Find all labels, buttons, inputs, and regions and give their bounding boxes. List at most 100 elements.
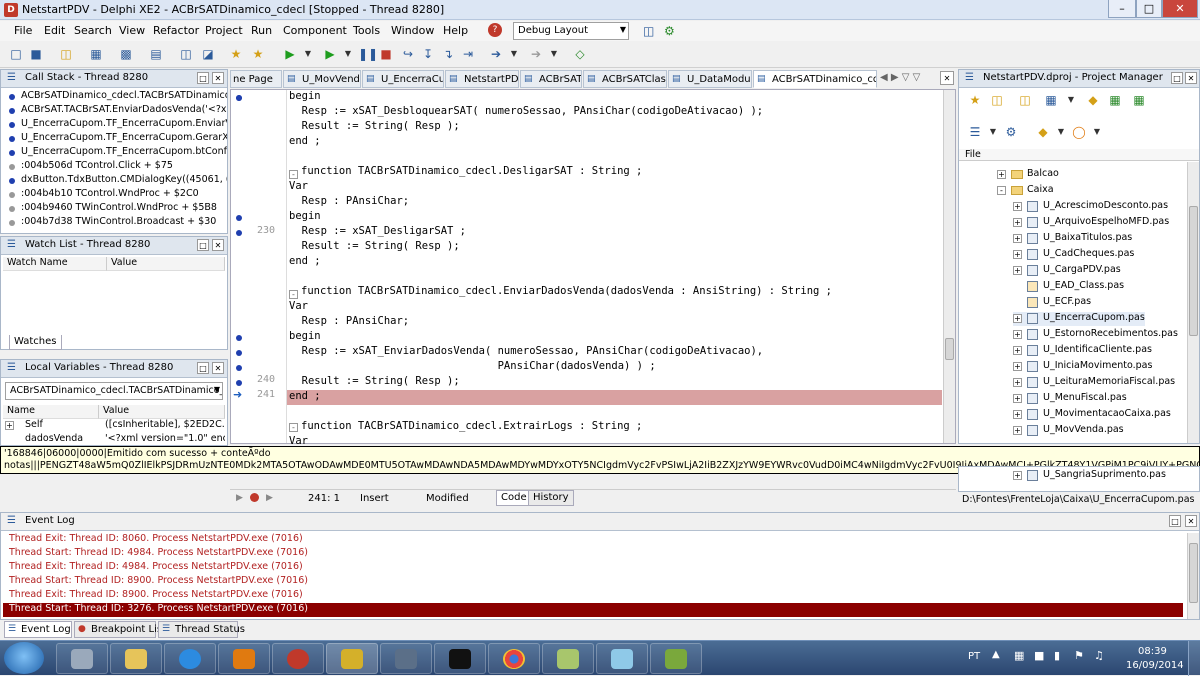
- tree-file[interactable]: + U_IdentificaCliente.pas: [1013, 344, 1152, 358]
- breakpoint-dot[interactable]: [236, 365, 242, 371]
- menu-search[interactable]: Search: [74, 24, 112, 37]
- watch-name-column[interactable]: Watch Name: [3, 257, 107, 271]
- tray-flag-icon[interactable]: ⚑: [1074, 649, 1084, 662]
- call-stack-item[interactable]: U_EncerraCupom.TF_EncerraCupom.btConfirm…: [3, 146, 227, 160]
- breakpoint-dot[interactable]: [236, 350, 242, 356]
- pin-icon[interactable]: □: [197, 362, 209, 374]
- fold-icon[interactable]: -: [289, 170, 298, 179]
- new-icon[interactable]: □: [8, 46, 24, 62]
- clock-time[interactable]: 08:39: [1138, 646, 1167, 657]
- tray-app-icon[interactable]: ■: [1034, 649, 1044, 662]
- fold-icon[interactable]: -: [289, 423, 298, 432]
- tab-welcome-page[interactable]: ne Page: [230, 70, 282, 88]
- pm-sync-icon[interactable]: ◆: [1085, 92, 1101, 108]
- tray-volume-icon[interactable]: ♫: [1094, 649, 1104, 662]
- trace-into-icon[interactable]: ↧: [420, 46, 436, 62]
- run-without-debug-icon[interactable]: ▶: [322, 46, 338, 62]
- tab-watches[interactable]: Watches: [9, 335, 62, 350]
- event-log-line[interactable]: Thread Start: Thread ID: 8900. Process N…: [3, 575, 1183, 589]
- close-button[interactable]: ✕: [1162, 0, 1198, 18]
- save-icon[interactable]: ▦: [88, 46, 104, 62]
- call-stack-item[interactable]: U_EncerraCupom.TF_EncerraCupom.GerarXMLS: [3, 132, 227, 146]
- run-icon[interactable]: ▶: [282, 46, 298, 62]
- add-file-icon[interactable]: ◫: [178, 46, 194, 62]
- tab-code[interactable]: Code: [496, 490, 532, 506]
- tree-file[interactable]: + U_AcrescimoDesconto.pas: [1013, 200, 1168, 214]
- menu-edit[interactable]: Edit: [44, 24, 65, 37]
- tray-chevron-icon[interactable]: ▲: [992, 649, 1000, 660]
- taskbar-item[interactable]: [434, 643, 486, 674]
- help-icon[interactable]: ?: [488, 23, 502, 37]
- pm-collapse-icon[interactable]: ▦: [1131, 92, 1147, 108]
- tree-file[interactable]: + U_MenuFiscal.pas: [1013, 392, 1127, 406]
- taskbar-item[interactable]: [650, 643, 702, 674]
- forward-icon[interactable]: ➔: [528, 46, 544, 62]
- fold-icon[interactable]: -: [289, 290, 298, 299]
- menu-file[interactable]: File: [14, 24, 32, 37]
- pm-dropdown-icon[interactable]: ▼: [1063, 92, 1079, 108]
- tree-file[interactable]: + U_EstornoRecebimentos.pas: [1013, 328, 1178, 342]
- taskbar-item[interactable]: [164, 643, 216, 674]
- run-dropdown-icon[interactable]: ▼: [300, 46, 316, 62]
- pm-open-icon[interactable]: ◫: [989, 92, 1005, 108]
- event-log-scrollbar[interactable]: [1187, 533, 1199, 619]
- back-icon[interactable]: ➔: [488, 46, 504, 62]
- save-layout-icon[interactable]: ◫: [643, 24, 654, 38]
- layout-combo[interactable]: Debug Layout ▼: [513, 22, 629, 40]
- taskbar-item[interactable]: [326, 643, 378, 674]
- tree-file[interactable]: U_EAD_Class.pas: [1013, 280, 1124, 294]
- layout-icon[interactable]: ⚙: [664, 24, 675, 38]
- locals-value-column[interactable]: Value: [99, 405, 225, 419]
- local-var-name[interactable]: dadosVenda: [25, 433, 83, 444]
- tray-battery-icon[interactable]: ▮: [1054, 649, 1060, 662]
- menu-refactor[interactable]: Refactor: [153, 24, 199, 37]
- close-panel-icon[interactable]: ✕: [1185, 515, 1197, 527]
- macro-play-icon[interactable]: ▶: [236, 493, 243, 503]
- editor-gutter[interactable]: 230 240 241 ➜: [231, 90, 287, 443]
- breakpoint-dot[interactable]: [236, 230, 242, 236]
- tray-network-icon[interactable]: ▦: [1014, 649, 1024, 662]
- tree-file[interactable]: + U_IniciaMovimento.pas: [1013, 360, 1152, 374]
- tree-file[interactable]: + U_MovimentacaoCaixa.pas: [1013, 408, 1171, 422]
- call-stack-item[interactable]: U_EncerraCupom.TF_EncerraCupom.EnviarVen…: [3, 118, 227, 132]
- menu-run[interactable]: Run: [251, 24, 272, 37]
- event-log-line-selected[interactable]: Thread Start: Thread ID: 3276. Process N…: [3, 603, 1183, 617]
- tree-folder-balcao[interactable]: + Balcao: [997, 168, 1059, 182]
- tab-history[interactable]: History: [528, 490, 574, 506]
- tree-file[interactable]: + U_MovVenda.pas: [1013, 424, 1124, 438]
- pm-sort-icon[interactable]: ☰: [967, 124, 983, 140]
- pm-expand-icon[interactable]: ▦: [1107, 92, 1123, 108]
- pin-icon[interactable]: □: [197, 239, 209, 251]
- open-icon[interactable]: ■: [28, 46, 44, 62]
- run-to-cursor-icon[interactable]: ⇥: [460, 46, 476, 62]
- pin-icon[interactable]: □: [197, 72, 209, 84]
- step-over-icon[interactable]: ↪: [400, 46, 416, 62]
- trace-next-icon[interactable]: ↴: [440, 46, 456, 62]
- macro-record-icon[interactable]: [250, 493, 259, 502]
- maximize-button[interactable]: □: [1136, 0, 1162, 18]
- tab-u-movvenda[interactable]: ▤ U_MovVenda: [283, 70, 361, 88]
- run-dropdown2-icon[interactable]: ▼: [340, 46, 356, 62]
- call-stack-item[interactable]: :004b7d38 TWinControl.Broadcast + $30: [3, 216, 227, 230]
- menu-help[interactable]: Help: [443, 24, 468, 37]
- open-project-icon[interactable]: ◫: [58, 46, 74, 62]
- tree-file[interactable]: + U_SangriaSuprimento.pas: [1013, 469, 1166, 483]
- stop-icon[interactable]: ■: [378, 46, 394, 62]
- tree-file[interactable]: + U_ArquivoEspelhoMFD.pas: [1013, 216, 1169, 230]
- close-tab-icon[interactable]: ✕: [940, 71, 954, 85]
- tab-u-datamodule[interactable]: ▤U_DataModule: [668, 70, 752, 88]
- start-button[interactable]: [4, 642, 44, 674]
- breakpoint-dot[interactable]: [236, 95, 242, 101]
- event-log-line[interactable]: Thread Exit: Thread ID: 8060. Process Ne…: [3, 533, 1183, 547]
- breakpoint-dot[interactable]: [236, 215, 242, 221]
- watch-value-column[interactable]: Value: [107, 257, 225, 271]
- taskbar-item[interactable]: [272, 643, 324, 674]
- close-panel-icon[interactable]: ✕: [212, 239, 224, 251]
- macro-play2-icon[interactable]: ▶: [266, 493, 273, 503]
- tab-acbrsatdinamico-cdecl[interactable]: ▤ACBrSATDinamico_cdecl: [753, 70, 877, 88]
- breakpoint-dot[interactable]: [236, 335, 242, 341]
- event-log-line[interactable]: Thread Exit: Thread ID: 4984. Process Ne…: [3, 561, 1183, 575]
- tree-file[interactable]: + U_LeituraMemoriaFiscal.pas: [1013, 376, 1175, 390]
- locals-name-column[interactable]: Name: [3, 405, 99, 419]
- project-icon[interactable]: ★: [250, 46, 266, 62]
